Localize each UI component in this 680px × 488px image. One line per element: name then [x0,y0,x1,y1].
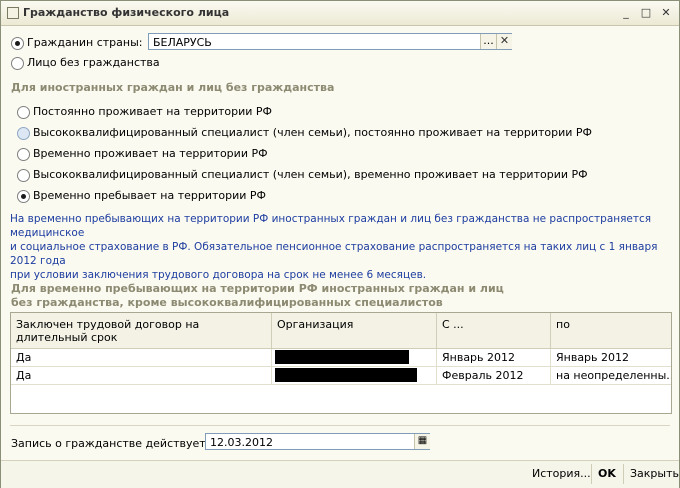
table-cell-contract[interactable]: Да [11,349,272,367]
calendar-icon[interactable]: ▦ [414,434,430,449]
footer-separator [591,464,592,484]
foreign-heading: Для иностранных граждан и лиц без гражда… [11,81,335,94]
col-header-to[interactable]: по [551,313,671,349]
option-hq-permanent: Высококвалифицированный специалист (член… [33,126,593,139]
col-header-contract[interactable]: Заключен трудовой договор на длительный … [11,313,272,349]
radio-permanent[interactable] [17,106,30,119]
info-line: На временно пребывающих на территории РФ… [10,213,652,239]
history-button[interactable]: История... [532,467,591,480]
info-line: при условии заключения трудового договор… [10,269,427,281]
divider [10,425,670,426]
country-value: БЕЛАРУСЬ [153,36,212,49]
window-title: Гражданство физического лица [23,6,230,19]
table-cell-to[interactable]: Январь 2012 [551,349,671,367]
option-hq-temporary: Высококвалифицированный специалист (член… [33,168,588,181]
info-text: На временно пребывающих на территории РФ… [10,212,675,282]
contracts-table[interactable]: Заключен трудовой договор на длительный … [10,312,672,414]
title-bar: Гражданство физического лица _ □ ✕ [1,1,679,26]
maximize-button[interactable]: □ [639,6,653,19]
info-line: и социальное страхование в РФ. Обязатель… [10,241,658,267]
close-window-button[interactable]: ✕ [659,6,673,19]
footer-bar: История... OK Закрыть [1,460,679,488]
select-country-button[interactable]: ... [480,34,496,49]
minimize-button[interactable]: _ [619,6,633,19]
redacted-organization [275,368,417,382]
option-temporary-stay: Временно пребывает на территории РФ [33,189,267,202]
citizenship-window: Гражданство физического лица _ □ ✕ Гражд… [0,0,680,488]
window-icon [7,7,19,19]
table-cell-to[interactable]: на неопределенны... [551,367,671,385]
option-temporary-resident: Временно проживает на территории РФ [33,147,268,160]
table-cell-contract[interactable]: Да [11,367,272,385]
radio-stateless[interactable] [11,57,24,70]
table-cell-organization[interactable] [272,367,437,385]
record-label: Запись о гражданстве действует с: [11,437,219,450]
option-permanent: Постоянно проживает на территории РФ [33,105,273,118]
radio-citizen[interactable] [11,37,24,50]
table-cell-organization[interactable] [272,349,437,367]
table-cell-from[interactable]: Январь 2012 [437,349,551,367]
radio-temporary-stay[interactable] [17,190,30,203]
record-date-field[interactable]: 12.03.2012 ▦ [205,433,430,450]
stateless-label: Лицо без гражданства [27,56,160,69]
temporary-heading-1: Для временно пребывающих на территории Р… [11,282,504,295]
radio-hq-permanent[interactable] [17,127,30,140]
record-date-value: 12.03.2012 [210,436,273,449]
citizen-label: Гражданин страны: [27,36,143,49]
clear-icon[interactable]: ✕ [496,34,512,49]
ok-button[interactable]: OK [598,467,616,480]
close-button[interactable]: Закрыть [630,467,679,480]
redacted-organization [275,350,409,364]
temporary-heading-2: без гражданства, кроме высококвалифициро… [11,296,443,309]
radio-temporary-resident[interactable] [17,148,30,161]
table-cell-from[interactable]: Февраль 2012 [437,367,551,385]
col-header-from[interactable]: С ... [437,313,551,349]
footer-separator [623,464,624,484]
radio-hq-temporary[interactable] [17,169,30,182]
country-field[interactable]: БЕЛАРУСЬ ... ✕ [148,33,512,50]
col-header-organization[interactable]: Организация [272,313,437,349]
